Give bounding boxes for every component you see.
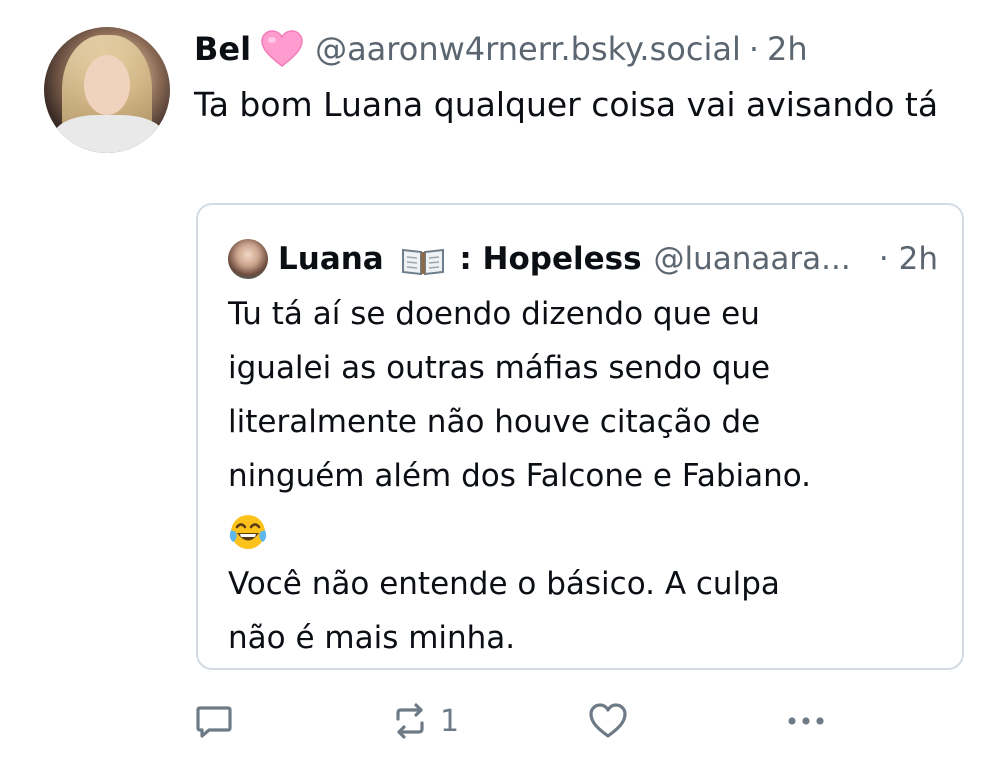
quoted-author-name[interactable]: Luana : Hopeless	[278, 241, 642, 277]
avatar-clothing	[54, 115, 164, 153]
quoted-author-handle[interactable]: @luanaara...	[654, 241, 851, 277]
pink-heart-icon	[261, 30, 303, 68]
post-text: Ta bom Luana qualquer coisa vai avisando…	[194, 85, 939, 124]
quoted-text-line: Você não entende o básico. A culpa	[228, 566, 780, 602]
quoted-text-line: igualei as outras máfias sendo que	[228, 350, 771, 386]
quoted-post-time[interactable]: · 2h	[879, 241, 938, 277]
repost-button[interactable]: 1	[390, 694, 459, 748]
tears-of-joy-emoji-icon	[228, 512, 268, 552]
reply-icon	[194, 701, 234, 741]
more-icon	[784, 701, 828, 741]
quoted-text-line: ninguém além dos Falcone e Fabiano.	[228, 458, 812, 494]
repost-icon	[390, 701, 430, 741]
quoted-time-value: 2h	[898, 241, 938, 277]
separator-dot: ·	[748, 30, 759, 68]
quoted-author-avatar[interactable]	[228, 239, 268, 279]
post-header: Bel @aaronw4rnerr.bsky.social · 2h	[194, 24, 808, 74]
quoted-post-header: Luana : Hopeless @luanaara... · 2h	[228, 235, 938, 283]
avatar-face	[84, 55, 130, 115]
author-handle[interactable]: @aaronw4rnerr.bsky.social	[315, 30, 741, 68]
quoted-text-line: não é mais minha.	[228, 620, 516, 656]
quoted-text-line: Tu tá aí se doendo dizendo que eu	[228, 296, 760, 332]
author-avatar[interactable]	[44, 27, 170, 153]
quoted-post-text: Tu tá aí se doendo dizendo que eu iguale…	[228, 287, 948, 665]
like-icon	[588, 701, 628, 741]
quoted-emoji-line	[228, 503, 948, 557]
post-actions-bar: 1	[190, 694, 840, 748]
quoted-separator-dot: ·	[878, 241, 889, 277]
quoted-author-name-suffix: : Hopeless	[459, 241, 642, 277]
post-time[interactable]: 2h	[767, 30, 808, 68]
author-name[interactable]: Bel	[194, 30, 251, 68]
reply-button[interactable]	[194, 694, 234, 748]
open-book-icon	[401, 246, 445, 276]
quoted-text-line: literalmente não houve citação de	[228, 404, 761, 440]
quoted-author-first-name: Luana	[278, 241, 384, 277]
like-button[interactable]	[588, 694, 628, 748]
post[interactable]: Bel @aaronw4rnerr.bsky.social · 2h Ta bo…	[0, 0, 1000, 769]
more-options-button[interactable]	[784, 694, 828, 748]
repost-count: 1	[440, 703, 460, 739]
quoted-post-card[interactable]: Luana : Hopeless @luanaara... · 2h Tu tá…	[196, 203, 964, 670]
